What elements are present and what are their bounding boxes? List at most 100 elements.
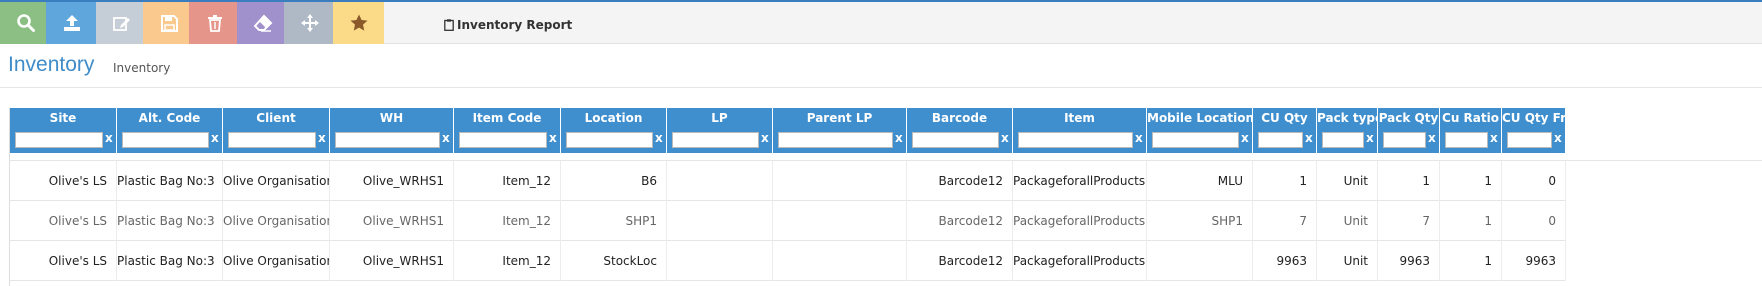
clear-filter-button[interactable]: x [1366,131,1374,145]
column-filter-input[interactable] [1322,132,1364,148]
table-row[interactable]: Olive's LS Plastic Bag No:3 Olive Organisa… [10,241,1566,281]
upload-button[interactable] [46,2,97,44]
table-cell [773,241,907,281]
column-header[interactable]: Item Code x [454,108,561,153]
table-cell: Plastic Bag No:3 [117,161,223,201]
clear-filter-button[interactable]: x [549,131,557,145]
grid-spacer [10,153,1762,161]
column-filter-input[interactable] [1383,132,1426,148]
table-cell: Barcode12 [907,201,1013,241]
table-cell: Olive Organisation [223,201,330,241]
column-header[interactable]: Alt. Code x [117,108,223,153]
clear-filter-button[interactable]: x [1305,131,1313,145]
favorite-button[interactable] [333,2,384,44]
table-cell: Unit [1317,161,1378,201]
column-filter-input[interactable] [912,132,999,148]
toolbar: Inventory Report [0,2,1762,44]
clear-filter-button[interactable]: x [1135,131,1143,145]
clear-filter-button[interactable]: x [761,131,769,145]
table-cell: Barcode12 [907,241,1013,281]
table-cell: Olive's LS [10,201,117,241]
clear-filter-button[interactable]: x [1001,131,1009,145]
clear-filter-button[interactable]: x [318,131,326,145]
column-header-label: Client [256,111,296,125]
table-row[interactable]: Olive's LS Plastic Bag No:3 Olive Organisa… [10,201,1566,241]
table-cell: PackageforallProducts [1013,161,1147,201]
column-header[interactable]: CU Qty Fre x [1502,108,1566,153]
save-button[interactable] [143,2,194,44]
column-header[interactable]: Site x [10,108,117,153]
column-header[interactable]: CU Qty x [1253,108,1317,153]
column-header-label: Alt. Code [138,111,201,125]
column-header[interactable]: Cu Ratio x [1440,108,1502,153]
table-cell: Olive Organisation [223,241,330,281]
table-cell: Unit [1317,201,1378,241]
column-filter-input[interactable] [1445,132,1488,148]
column-header[interactable]: Parent LP x [773,108,907,153]
column-header-label: CU Qty Fre [1502,111,1565,125]
clear-filter-button[interactable]: x [442,131,450,145]
table-cell: 9963 [1253,241,1317,281]
search-button[interactable] [0,2,51,44]
column-filter-input[interactable] [778,132,893,148]
edit-button[interactable] [96,2,147,44]
table-cell [667,241,773,281]
clear-filter-button[interactable]: x [895,131,903,145]
column-filter-input[interactable] [228,132,316,148]
column-header-label: Mobile Location Uni [1147,111,1252,125]
column-filter-input[interactable] [672,132,759,148]
table-cell: 0 [1502,201,1566,241]
table-cell: 1 [1440,241,1502,281]
table-cell: 1 [1440,161,1502,201]
table-cell: 7 [1253,201,1317,241]
column-header-label: Pack type [1317,111,1377,125]
column-header[interactable]: WH x [330,108,454,153]
column-filter-input[interactable] [459,132,547,148]
column-filter-input[interactable] [15,132,103,148]
table-cell: Olive's LS [10,161,117,201]
inventory-report-link[interactable]: Inventory Report [444,4,572,46]
column-filter-input[interactable] [1018,132,1133,148]
table-cell: SHP1 [561,201,667,241]
column-header-label: Item Code [472,111,542,125]
column-header[interactable]: Location x [561,108,667,153]
move-icon [300,14,319,32]
move-button[interactable] [284,2,335,44]
column-header[interactable]: Client x [223,108,330,153]
column-filter-input[interactable] [1258,132,1303,148]
table-cell: StockLoc [561,241,667,281]
column-filter-input[interactable] [122,132,209,148]
table-cell: B6 [561,161,667,201]
delete-button[interactable] [189,2,240,44]
edit-icon [112,17,130,31]
column-header[interactable]: Pack type x [1317,108,1378,153]
clear-filter-button[interactable]: x [1554,131,1562,145]
column-filter-input[interactable] [1152,132,1239,148]
column-header[interactable]: Pack Qty x [1378,108,1440,153]
table-cell: PackageforallProducts [1013,241,1147,281]
table-cell: PackageforallProducts [1013,201,1147,241]
clear-filter-button[interactable]: x [211,131,219,145]
table-cell: 9963 [1502,241,1566,281]
clear-filter-button[interactable]: x [105,131,113,145]
clear-filter-button[interactable]: x [1428,131,1436,145]
table-row[interactable]: Olive's LS Plastic Bag No:3 Olive Organisa… [10,161,1566,201]
clear-filter-button[interactable]: x [655,131,663,145]
clear-filter-button[interactable]: x [1490,131,1498,145]
column-header-label: Cu Ratio [1442,111,1499,125]
column-header[interactable]: LP x [667,108,773,153]
table-cell: Item_12 [454,201,561,241]
page-title: Inventory [8,53,95,76]
column-header[interactable]: Item x [1013,108,1147,153]
column-filter-input[interactable] [335,132,440,148]
clear-filter-button[interactable]: x [1241,131,1249,145]
column-header-label: Parent LP [806,111,873,125]
column-header[interactable]: Barcode x [907,108,1013,153]
column-filter-input[interactable] [566,132,653,148]
column-header-label: CU Qty [1261,111,1308,125]
clear-button[interactable] [237,2,288,44]
column-header[interactable]: Mobile Location Uni x [1147,108,1253,153]
column-filter-input[interactable] [1507,132,1552,148]
table-cell [1147,241,1253,281]
table-cell: Unit [1317,241,1378,281]
